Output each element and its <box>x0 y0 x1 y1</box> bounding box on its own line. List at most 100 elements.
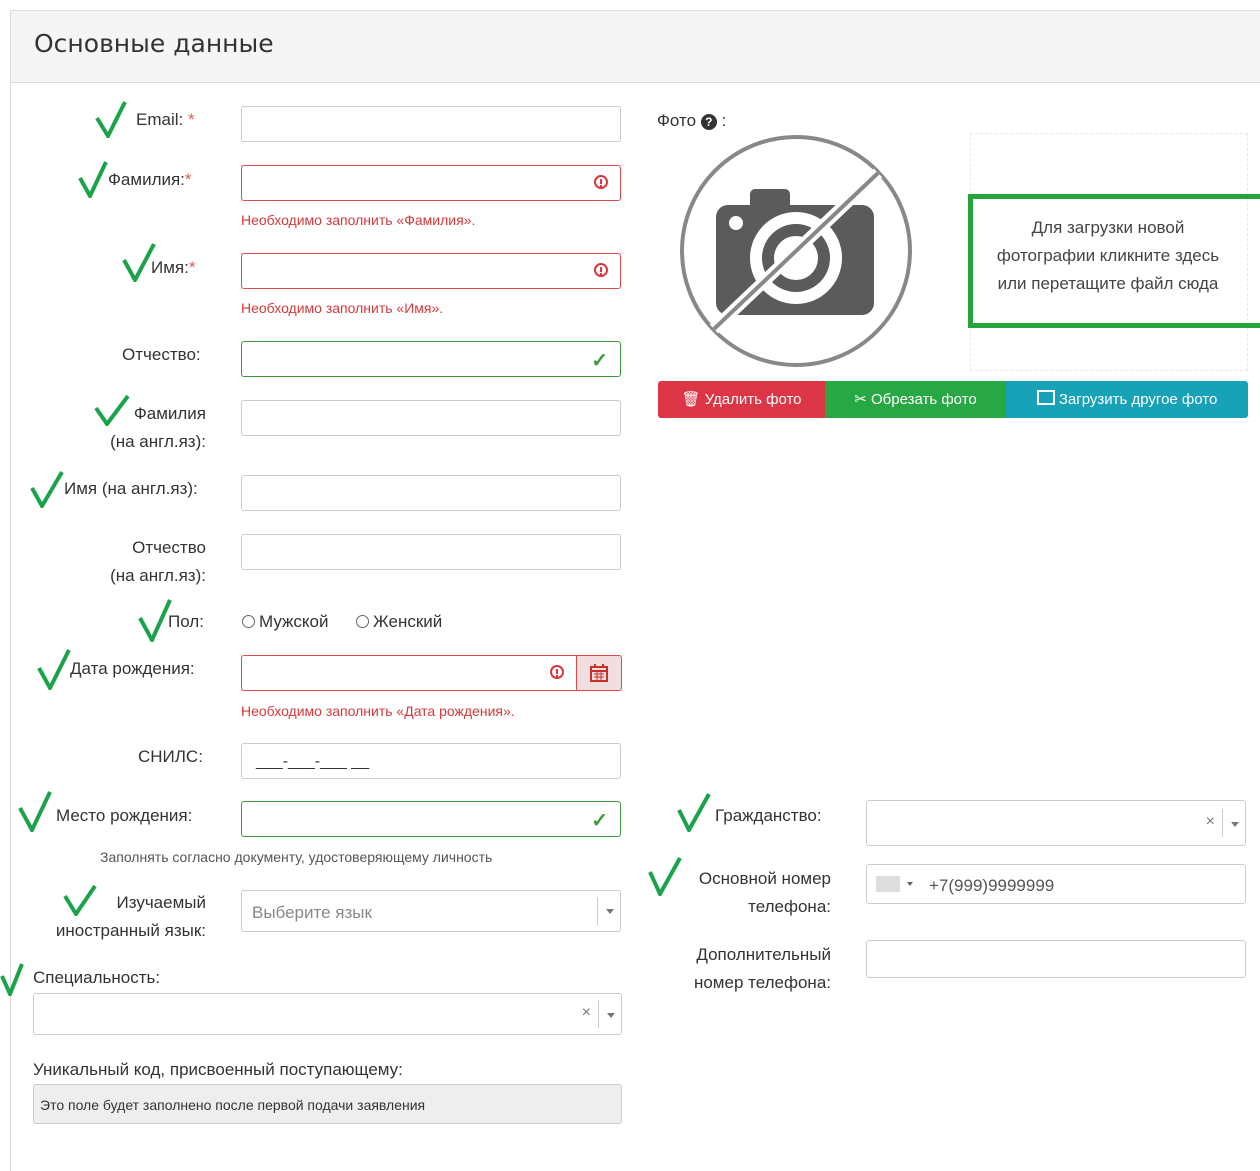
check-mark-icon <box>0 963 24 996</box>
chevron-down-icon <box>606 909 614 914</box>
radio-label: Женский <box>373 612 443 631</box>
no-photo-icon <box>680 135 912 367</box>
photo-label-suffix: : <box>721 111 727 130</box>
unique-code-text: Это поле будет заполнено после первой по… <box>40 1097 426 1113</box>
label-line: иностранный язык: <box>55 921 206 940</box>
snils-mask: ___-___-___ __ <box>256 753 369 770</box>
lastname-en-input[interactable] <box>241 400 621 436</box>
select-divider <box>1222 809 1223 837</box>
trash-icon: 🗑 <box>681 391 701 408</box>
image-icon <box>1036 390 1055 405</box>
language-placeholder: Выберите язык <box>252 903 372 922</box>
required-marker: * <box>187 110 195 129</box>
help-icon[interactable]: ? <box>700 114 717 130</box>
email-input[interactable] <box>241 106 621 142</box>
snils-input[interactable]: ___-___-___ __ <box>241 743 621 779</box>
crop-photo-label: Обрезать фото <box>870 391 977 408</box>
gender-radio-female[interactable]: Женский <box>356 612 442 632</box>
patronymic-en-input[interactable] <box>241 534 621 570</box>
specialty-select[interactable]: × <box>33 993 622 1035</box>
calendar-icon <box>590 664 608 682</box>
patronymic-en-label: Отчество (на англ.яз): <box>110 534 206 590</box>
phone-extra-input[interactable] <box>866 940 1246 978</box>
firstname-input[interactable] <box>241 253 621 289</box>
delete-photo-button[interactable]: 🗑 Удалить фото <box>658 381 825 418</box>
label-line: Изучаемый <box>116 893 207 912</box>
lastname-label-text: Фамилия: <box>108 170 185 189</box>
calendar-button[interactable] <box>576 655 622 691</box>
chevron-down-icon <box>1231 822 1239 827</box>
country-flag-icon[interactable] <box>876 876 900 892</box>
language-label: Изучаемый иностранный язык: <box>56 889 206 945</box>
check-mark-icon <box>677 793 711 832</box>
check-mark-icon <box>18 791 52 832</box>
gender-label: Пол: <box>168 612 204 631</box>
lastname-en-label: Фамилия (на англ.яз): <box>110 400 206 456</box>
label-line: Отчество <box>132 538 206 557</box>
check-mark-icon <box>95 101 127 138</box>
lastname-label: Фамилия:* <box>108 166 192 194</box>
unique-code-field: Это поле будет заполнено после первой по… <box>33 1084 622 1124</box>
label-line: Основной номер <box>698 869 831 888</box>
birthplace-hint: Заполнять согласно документу, удостоверя… <box>100 849 493 865</box>
panel-header: Основные данные <box>11 11 1260 83</box>
lastname-error: Необходимо заполнить «Фамилия». <box>241 212 476 228</box>
birthdate-label: Дата рождения: <box>70 659 195 678</box>
phone-placeholder: +7(999)9999999 <box>929 876 1055 895</box>
error-icon <box>550 665 564 679</box>
delete-photo-label: Удалить фото <box>704 391 802 408</box>
label-line: Фамилия <box>133 404 206 423</box>
required-marker: * <box>184 170 192 189</box>
email-label: Email: * <box>136 106 195 134</box>
phone-extra-label: Дополнительный номер телефона: <box>694 941 831 997</box>
select-divider <box>598 1000 599 1028</box>
dropzone-text: Для загрузки новой фотографии кликните з… <box>996 218 1220 293</box>
firstname-label: Имя:* <box>151 254 195 282</box>
label-line: Дополнительный <box>696 945 831 964</box>
upload-photo-label: Загрузить другое фото <box>1058 391 1218 408</box>
firstname-label-text: Имя: <box>151 258 189 277</box>
snils-label: СНИЛС: <box>138 747 203 766</box>
firstname-en-input[interactable] <box>241 475 621 511</box>
label-line: номер телефона: <box>693 973 831 992</box>
patronymic-input[interactable]: ✓ <box>241 341 621 377</box>
language-select[interactable]: Выберите язык <box>241 890 621 932</box>
citizenship-select[interactable]: × <box>866 800 1246 846</box>
email-label-text: Email: <box>136 110 184 129</box>
error-icon <box>594 263 608 277</box>
scissors-icon: ✂ <box>854 391 867 408</box>
upload-photo-button[interactable]: Загрузить другое фото <box>1006 381 1248 418</box>
panel-title: Основные данные <box>34 29 274 58</box>
birthplace-input[interactable]: ✓ <box>241 801 621 837</box>
patronymic-label: Отчество: <box>122 345 201 364</box>
label-line: телефона: <box>748 897 831 916</box>
check-mark-icon <box>138 599 172 642</box>
check-mark-icon <box>78 161 108 198</box>
chevron-down-icon <box>907 882 913 886</box>
birthplace-label: Место рождения: <box>56 806 193 825</box>
check-mark-icon <box>30 470 64 508</box>
radio-label: Мужской <box>259 612 329 631</box>
chevron-down-icon <box>607 1013 615 1018</box>
phone-main-input[interactable]: +7(999)9999999 <box>866 864 1246 904</box>
clear-icon[interactable]: × <box>582 1004 591 1022</box>
select-divider <box>597 897 598 925</box>
radio-icon <box>356 615 369 628</box>
birthdate-input[interactable] <box>241 655 577 691</box>
check-mark-icon <box>648 857 682 896</box>
valid-check-icon: ✓ <box>591 810 608 832</box>
label-line: (на англ.яз): <box>110 566 206 585</box>
firstname-en-label: Имя (на англ.яз): <box>64 479 198 498</box>
clear-icon[interactable]: × <box>1206 813 1215 831</box>
specialty-label: Специальность: <box>33 968 161 987</box>
birthdate-error: Необходимо заполнить «Дата рождения». <box>241 703 515 719</box>
gender-radio-male[interactable]: Мужской <box>242 612 329 632</box>
required-marker: * <box>188 258 196 277</box>
radio-icon <box>242 615 255 628</box>
lastname-input[interactable] <box>241 165 621 201</box>
label-line: (на англ.яз): <box>110 432 206 451</box>
photo-label: Фото ? : <box>657 111 726 131</box>
crop-photo-button[interactable]: ✂ Обрезать фото <box>825 381 1006 418</box>
citizenship-label: Гражданство: <box>715 806 822 825</box>
phone-main-label: Основной номер телефона: <box>699 865 831 921</box>
